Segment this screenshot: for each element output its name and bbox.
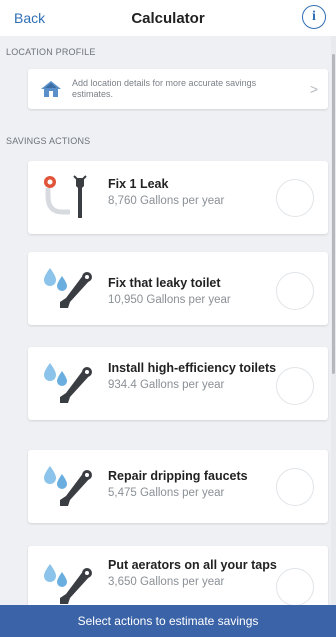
header-bar: Back Calculator i (0, 0, 336, 36)
action-savings: 934.4 Gallons per year (108, 379, 225, 391)
estimate-savings-footer[interactable]: Select actions to estimate savings (0, 605, 336, 637)
action-savings: 10,950 Gallons per year (108, 294, 231, 306)
action-savings: 3,650 Gallons per year (108, 576, 225, 588)
action-name: Fix that leaky toilet (108, 276, 221, 290)
action-name: Repair dripping faucets (108, 469, 248, 483)
action-savings: 5,475 Gallons per year (108, 487, 225, 499)
action-savings: 8,760 Gallons per year (108, 195, 225, 207)
select-action-checkbox[interactable] (276, 367, 314, 405)
action-card-dripping-faucets[interactable]: Repair dripping faucets 5,475 Gallons pe… (28, 450, 328, 523)
back-button[interactable]: Back (14, 10, 45, 26)
scrollbar[interactable] (331, 36, 336, 605)
action-name: Put aerators on all your taps (108, 558, 277, 572)
info-icon[interactable]: i (302, 5, 326, 29)
savings-actions-label: SAVINGS ACTIONS (6, 136, 91, 146)
location-profile-text: Add location details for more accurate s… (72, 78, 257, 99)
action-name: Fix 1 Leak (108, 177, 169, 191)
action-card-high-efficiency-toilets[interactable]: Install high-efficiency toilets 934.4 Ga… (28, 347, 328, 420)
water-drops-wrench-icon (44, 268, 92, 308)
scrollbar-thumb[interactable] (332, 54, 335, 374)
select-action-checkbox[interactable] (276, 272, 314, 310)
action-card-leaky-toilet[interactable]: Fix that leaky toilet 10,950 Gallons per… (28, 252, 328, 325)
pipe-leak-wrench-icon (44, 175, 87, 218)
select-action-checkbox[interactable] (276, 568, 314, 606)
water-drops-wrench-icon (44, 466, 92, 506)
page-title: Calculator (131, 9, 205, 27)
location-profile-label: LOCATION PROFILE (6, 47, 96, 57)
water-drops-wrench-icon (44, 564, 92, 604)
select-action-checkbox[interactable] (276, 468, 314, 506)
chevron-right-icon: > (309, 81, 318, 97)
house-icon (41, 81, 61, 97)
location-profile-card[interactable]: Add location details for more accurate s… (28, 69, 328, 109)
select-action-checkbox[interactable] (276, 179, 314, 217)
action-card-fix-leak[interactable]: Fix 1 Leak 8,760 Gallons per year (28, 161, 328, 234)
water-drops-wrench-icon (44, 363, 92, 403)
action-name: Install high-efficiency toilets (108, 361, 277, 375)
